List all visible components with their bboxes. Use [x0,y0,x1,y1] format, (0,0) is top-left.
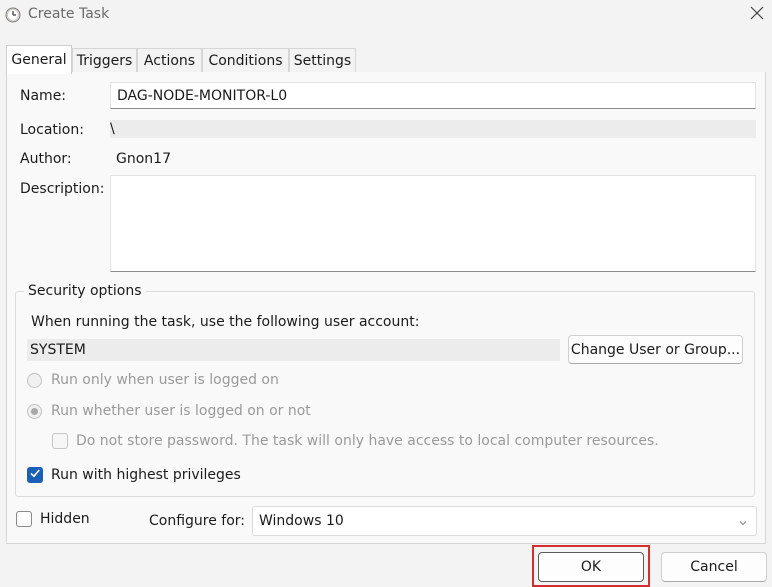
highest-privileges-checkbox[interactable] [27,467,43,483]
tab-conditions[interactable]: Conditions [202,48,289,73]
name-label: Name: [20,88,67,104]
chevron-down-icon [738,516,748,532]
no-store-password-checkbox[interactable] [52,433,68,449]
tab-actions[interactable]: Actions [137,48,202,73]
location-label: Location: [20,122,84,138]
radio-whether-logged-on[interactable] [27,404,42,419]
security-options-title: Security options [24,283,146,299]
hidden-checkbox[interactable] [16,511,32,527]
author-value: Gnon17 [116,151,171,167]
user-account-field: SYSTEM [27,339,560,361]
author-label: Author: [20,151,72,167]
window-title: Create Task [28,6,110,22]
configure-for-value: Windows 10 [259,513,344,529]
cancel-button[interactable]: Cancel [661,552,767,582]
user-account-value: SYSTEM [30,342,86,358]
location-value: \ [110,120,756,138]
tab-triggers[interactable]: Triggers [72,48,137,73]
close-button[interactable] [744,4,770,26]
close-icon [750,6,764,24]
checkmark-icon [29,467,41,483]
hidden-label: Hidden [40,511,90,527]
configure-for-label: Configure for: [149,513,246,529]
description-label: Description: [20,181,105,197]
radio-logged-on-label: Run only when user is logged on [51,372,279,388]
account-prompt: When running the task, use the following… [31,314,420,330]
title-bar [0,0,772,32]
name-input[interactable]: DAG-NODE-MONITOR-L0 [110,82,756,109]
description-textarea[interactable] [110,175,756,272]
tab-settings[interactable]: Settings [289,48,356,73]
tab-general[interactable]: General [6,45,72,74]
highest-privileges-label: Run with highest privileges [51,467,241,483]
radio-whether-logged-on-label: Run whether user is logged on or not [51,403,311,419]
clock-icon [5,7,21,23]
ok-button-highlight [532,545,650,587]
radio-logged-on[interactable] [27,373,42,388]
location-text: \ [110,121,115,137]
configure-for-select[interactable]: Windows 10 [252,506,757,536]
no-store-password-label: Do not store password. The task will onl… [76,433,659,449]
change-user-group-button[interactable]: Change User or Group... [568,335,743,364]
